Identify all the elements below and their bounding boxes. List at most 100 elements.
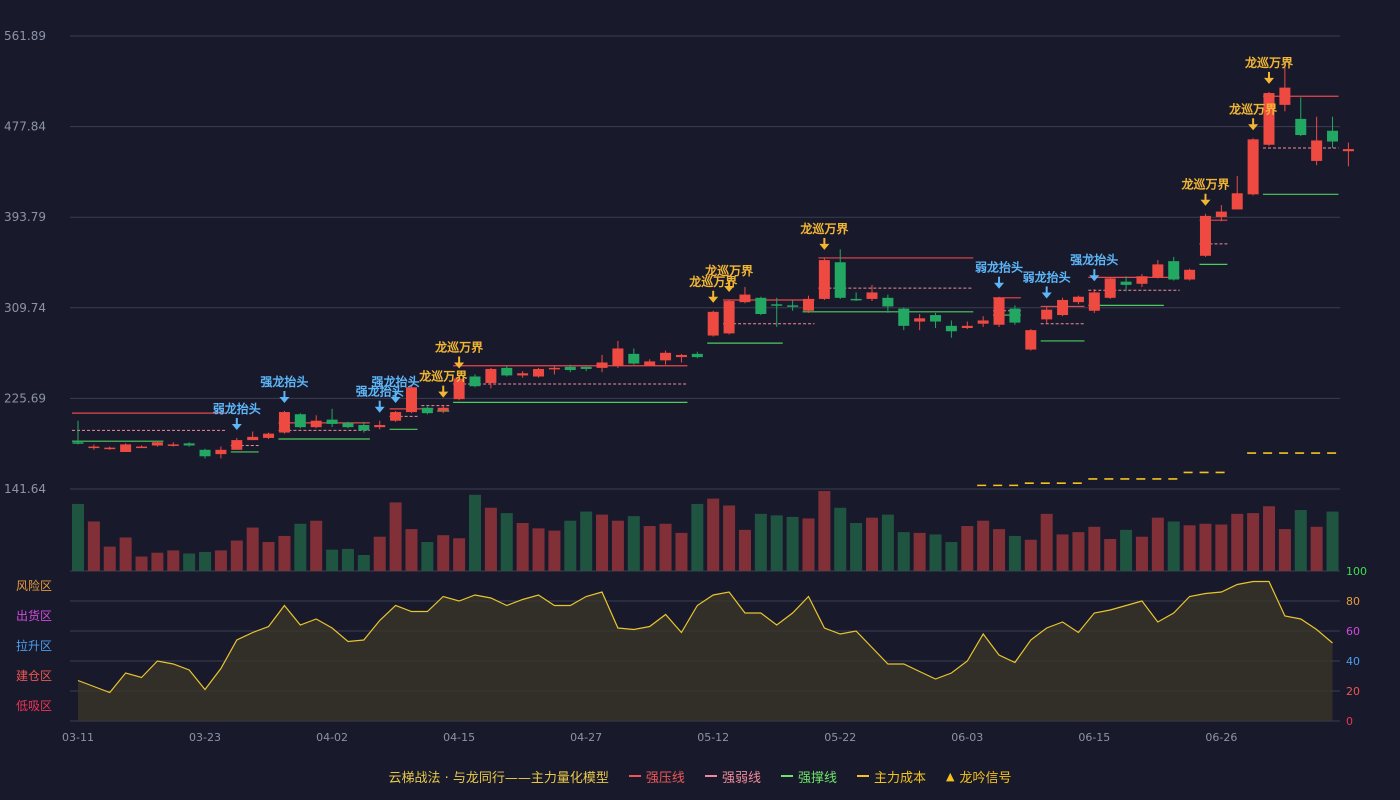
volume-bar bbox=[818, 491, 831, 571]
candle bbox=[834, 249, 846, 299]
candle bbox=[120, 443, 132, 452]
candle-body bbox=[1295, 118, 1307, 136]
volume-bar bbox=[1104, 539, 1117, 571]
legend-symbol-dashed bbox=[704, 775, 717, 777]
candle bbox=[1025, 329, 1037, 351]
candle bbox=[1152, 260, 1164, 279]
volume-bar bbox=[738, 529, 751, 571]
volume-bar bbox=[151, 552, 164, 571]
candle-body bbox=[612, 348, 624, 366]
candle bbox=[310, 415, 322, 429]
volume-bar bbox=[389, 502, 402, 571]
candle bbox=[612, 340, 624, 368]
zone-label: 拉升区 bbox=[16, 638, 52, 653]
legend-item-cost[interactable]: 主力成本 bbox=[856, 767, 926, 786]
signal-label: 龙巡万界 bbox=[1245, 55, 1293, 70]
candle bbox=[1279, 66, 1291, 112]
legend-item-support[interactable]: 强撑线 bbox=[780, 767, 837, 786]
candle-body bbox=[278, 412, 290, 433]
volume-bar bbox=[294, 523, 307, 571]
signal-markers: 弱龙抬头强龙抬头强龙抬头强龙抬头 龙巡万界龙巡万界龙巡万界龙巡万界龙巡万界弱龙抬头… bbox=[213, 55, 1293, 430]
volume-bar bbox=[1135, 536, 1148, 571]
candle-body bbox=[834, 262, 846, 298]
indicator-tick-label: 20 bbox=[1346, 685, 1360, 698]
candle bbox=[374, 420, 386, 430]
candle bbox=[1327, 116, 1339, 148]
signal-arrow-head bbox=[819, 243, 830, 250]
candle-body bbox=[469, 376, 481, 387]
volume-bar bbox=[659, 523, 672, 571]
candle-body bbox=[1072, 296, 1084, 303]
candle-body bbox=[564, 366, 576, 371]
legend-item-weak[interactable]: 强弱线 bbox=[704, 767, 761, 786]
candle-body bbox=[342, 422, 354, 428]
candle-body bbox=[1311, 140, 1323, 161]
volume-bar bbox=[866, 517, 878, 571]
candle-body bbox=[421, 407, 433, 414]
candle bbox=[469, 374, 481, 388]
volume-bar bbox=[310, 520, 323, 571]
signal-label: 龙巡万界 bbox=[435, 340, 483, 355]
volume-bar bbox=[167, 550, 180, 571]
signal-label: 龙巡万界 bbox=[705, 263, 753, 278]
volume-bar bbox=[87, 521, 100, 571]
candle-body bbox=[977, 320, 989, 324]
indicator-tick-label: 100 bbox=[1346, 565, 1367, 578]
price-tick-label: 141.64 bbox=[4, 482, 46, 496]
volume-bar bbox=[1151, 517, 1164, 571]
volume-bar bbox=[945, 542, 958, 571]
candle-body bbox=[1263, 93, 1275, 145]
candle-body bbox=[1152, 264, 1164, 278]
volume-bar bbox=[1231, 513, 1244, 571]
legend-item-pressure[interactable]: 强压线 bbox=[628, 767, 685, 786]
candle bbox=[818, 257, 830, 300]
volume-bar bbox=[1183, 525, 1196, 571]
signal-marker: 龙巡万界 bbox=[1181, 177, 1229, 206]
legend-symbol-solid bbox=[780, 775, 793, 777]
signal-arrow-head bbox=[438, 391, 449, 398]
candle-body bbox=[787, 305, 799, 307]
candle-body bbox=[437, 407, 449, 412]
volume-bar bbox=[1247, 513, 1260, 571]
candle-body bbox=[1184, 269, 1196, 280]
legend-label: 龙吟信号 bbox=[959, 770, 1012, 786]
candle-body bbox=[691, 353, 703, 358]
candle bbox=[151, 441, 163, 447]
volume-bar bbox=[643, 526, 656, 571]
volume-bar bbox=[1120, 529, 1133, 571]
volume-bar bbox=[135, 556, 148, 571]
volume-bars bbox=[72, 491, 1339, 571]
date-tick-label: 03-11 bbox=[62, 731, 94, 744]
volume-bar bbox=[1024, 539, 1037, 571]
candle bbox=[278, 411, 290, 434]
candle-body bbox=[628, 353, 640, 364]
candle-body bbox=[485, 368, 497, 383]
candle-body bbox=[215, 449, 227, 455]
candle bbox=[1215, 205, 1227, 222]
candle-body bbox=[866, 292, 878, 299]
candle bbox=[1231, 176, 1243, 210]
candle-body bbox=[1120, 281, 1132, 285]
candle bbox=[723, 299, 735, 335]
indicator-tick-label: 40 bbox=[1346, 655, 1360, 668]
candle bbox=[421, 406, 433, 415]
candle bbox=[247, 431, 259, 441]
signal-arrow-head bbox=[231, 423, 242, 430]
volume-bar bbox=[437, 535, 450, 571]
level-lines bbox=[72, 95, 1339, 487]
legend-item-signal[interactable]: ▲ 龙吟信号 bbox=[946, 767, 1011, 786]
volume-bar bbox=[627, 516, 640, 571]
candle bbox=[945, 320, 957, 338]
signal-label: 强龙抬头 bbox=[372, 374, 420, 389]
chart-canvas: 弱龙抬头强龙抬头强龙抬头强龙抬头 龙巡万界龙巡万界龙巡万界龙巡万界龙巡万界弱龙抬头… bbox=[4, 29, 1367, 744]
candle bbox=[993, 296, 1005, 327]
candle-body bbox=[548, 367, 560, 370]
candle bbox=[263, 432, 275, 440]
signal-label: 弱龙抬头 bbox=[213, 401, 261, 416]
candle-body bbox=[533, 368, 545, 377]
volume-bar bbox=[881, 514, 894, 571]
volume-bar bbox=[1088, 526, 1101, 571]
candle-body bbox=[1231, 193, 1243, 210]
volume-bar bbox=[1056, 534, 1069, 571]
candle-body bbox=[1009, 308, 1021, 323]
